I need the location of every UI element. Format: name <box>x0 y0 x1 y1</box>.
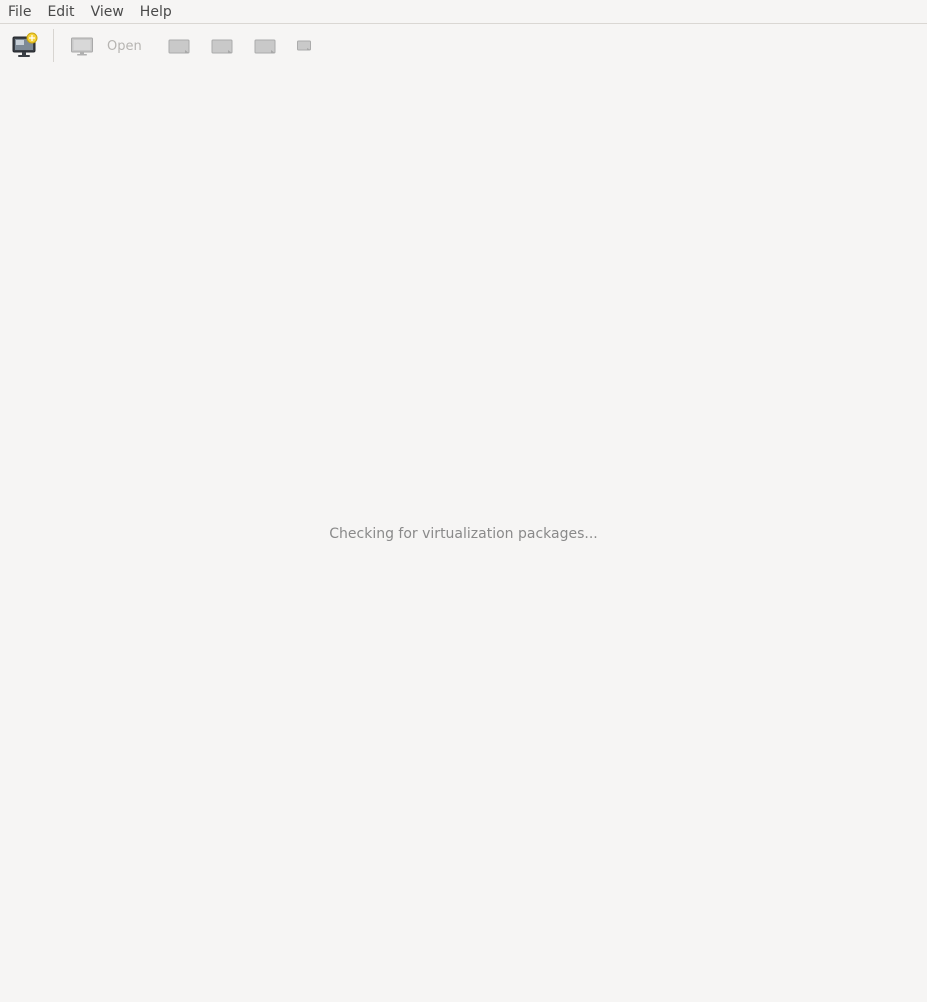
new-vm-button[interactable] <box>10 25 40 67</box>
menubar: File Edit View Help <box>0 0 927 24</box>
pause-icon <box>210 36 234 56</box>
shutdown-icon <box>253 36 277 56</box>
dropdown-icon <box>296 38 314 54</box>
status-message: Checking for virtualization packages... <box>329 526 598 542</box>
menu-file[interactable]: File <box>0 0 39 24</box>
menu-edit[interactable]: Edit <box>39 0 82 24</box>
shutdown-menu-button[interactable] <box>296 25 314 67</box>
open-button[interactable]: Open <box>70 25 142 67</box>
monitor-icon <box>70 35 94 57</box>
toolbar-separator <box>53 29 54 62</box>
run-icon <box>167 36 191 56</box>
new-vm-icon <box>10 32 40 60</box>
menu-view[interactable]: View <box>83 0 132 24</box>
virt-manager-window: File Edit View Help Open Checking for vi… <box>0 0 927 1002</box>
pause-button[interactable] <box>210 25 234 67</box>
toolbar: Open <box>0 25 927 67</box>
run-button[interactable] <box>167 25 191 67</box>
open-label: Open <box>107 38 142 54</box>
shutdown-button[interactable] <box>253 25 277 67</box>
menu-help[interactable]: Help <box>132 0 180 24</box>
